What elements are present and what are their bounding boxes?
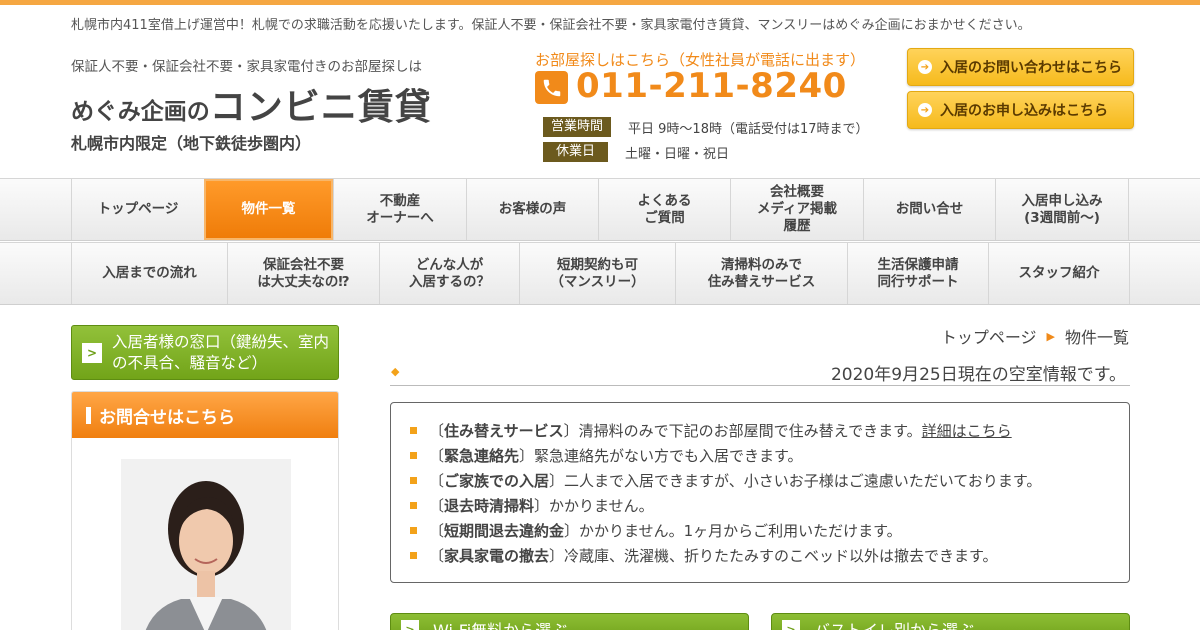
nav-staff[interactable]: スタッフ紹介: [988, 243, 1130, 304]
bath-filter-label: バストイレ別から選ぶ: [814, 617, 974, 630]
breadcrumb-home[interactable]: トップページ: [941, 324, 1037, 348]
business-hours: 営業時間 平日 9時～18時（電話受付は17時まで）: [543, 117, 869, 137]
breadcrumb: トップページ ▶ 物件一覧: [941, 324, 1129, 348]
info-item: 〔短期間退去違約金〕 かかりません。1ヶ月からご利用いただけます。: [410, 518, 1129, 543]
bullet-icon: [410, 452, 417, 459]
chevron-right-icon: >: [401, 620, 419, 630]
nav-residents[interactable]: どんな人が 入居するの？: [379, 243, 519, 304]
logo-company: めぐみ企画の: [71, 99, 210, 125]
nav-application[interactable]: 入居申し込み (3週間前～): [995, 179, 1129, 240]
nav-relocation[interactable]: 清掃料のみで 住み替えサービス: [675, 243, 847, 304]
nav-welfare-support[interactable]: 生活保護申請 同行サポート: [847, 243, 988, 304]
site-logo[interactable]: めぐみ企画のコンビニ賃貸: [71, 78, 432, 130]
contact-panel-title: お問合せはこちら: [99, 407, 235, 428]
nav-top-page[interactable]: トップページ: [71, 179, 204, 240]
info-item-title: 家具家電の撤去: [444, 547, 550, 565]
wifi-filter-label: Wi-Fi無料から選ぶ: [433, 617, 567, 630]
info-item-title: ご家族での入居: [444, 472, 550, 490]
diamond-icon: ◆: [391, 365, 400, 378]
bullet-icon: [410, 502, 417, 509]
phone-number[interactable]: 011-211-8240: [576, 66, 847, 106]
info-item-text: 清掃料のみで下記のお部屋間で住み替えできます。: [578, 422, 922, 440]
bullet-icon: [410, 527, 417, 534]
info-item-title: 短期間退去違約金: [444, 522, 565, 540]
sub-nav-bar: 入居までの流れ 保証会社不要 は大丈夫なの⁉ どんな人が 入居するの？ 短期契約…: [0, 242, 1200, 305]
vacancy-date-heading: ◆ 2020年9月25日現在の空室情報です。: [390, 359, 1130, 386]
resident-window-label: 入居者様の窓口（鍵紛失、室内の不具合、騒音など）: [112, 332, 330, 372]
holiday-value: 土曜・日曜・祝日: [625, 146, 730, 162]
logo-subtitle: 保証人不要・保証会社不要・家具家電付きのお部屋探しは: [71, 59, 422, 75]
hours-value: 平日 9時～18時（電話受付は17時まで）: [628, 121, 869, 137]
info-item-text: かかりません。1ヶ月からご利用いただけます。: [579, 522, 902, 540]
apply-button[interactable]: ➔ 入居のお申し込みはこちら: [907, 91, 1134, 129]
contact-panel: お問合せはこちら: [71, 391, 339, 630]
heading-bar-icon: [86, 406, 91, 424]
bullet-icon: [410, 552, 417, 559]
breadcrumb-current: 物件一覧: [1064, 328, 1129, 347]
info-item-text: 冷蔵庫、洗濯機、折りたたみすのこベッド以外は撤去できます。: [564, 547, 998, 565]
nav-move-in-flow[interactable]: 入居までの流れ: [71, 243, 227, 304]
info-item: 〔ご家族での入居〕 二人まで入居できますが、小さいお子様はご遠慮いただいておりま…: [410, 468, 1129, 493]
main-nav-bar: トップページ 物件一覧 不動産 オーナーへ お客様の声 よくある ご質問 会社概…: [0, 178, 1200, 241]
wifi-filter-button[interactable]: > Wi-Fi無料から選ぶ: [390, 613, 749, 630]
staff-photo: [121, 459, 291, 630]
bath-filter-button[interactable]: > バストイレ別から選ぶ: [771, 613, 1130, 630]
site-tagline: 札幌市内411室借上げ運営中！札幌での求職活動を応援いたします。保証人不要・保証…: [71, 18, 1031, 33]
info-item: 〔家具家電の撤去〕 冷蔵庫、洗濯機、折りたたみすのこベッド以外は撤去できます。: [410, 543, 1129, 568]
info-item: 〔住み替えサービス〕 清掃料のみで下記のお部屋間で住み替えできます。 詳細はこち…: [410, 418, 1129, 443]
contact-panel-header: お問合せはこちら: [72, 392, 338, 438]
relocation-details-link[interactable]: 詳細はこちら: [922, 420, 1012, 441]
hours-badge: 営業時間: [543, 117, 612, 137]
nav-owners[interactable]: 不動産 オーナーへ: [333, 179, 466, 240]
info-item-title: 緊急連絡先: [444, 447, 520, 465]
nav-faq[interactable]: よくある ご質問: [598, 179, 730, 240]
holiday-badge: 休業日: [543, 142, 609, 162]
phone-icon: [535, 71, 568, 104]
nav-testimonials[interactable]: お客様の声: [466, 179, 598, 240]
inquiry-button-label: 入居のお問い合わせはこちら: [940, 60, 1122, 76]
chevron-right-icon: >: [782, 620, 800, 630]
bullet-icon: [410, 427, 417, 434]
chevron-right-icon: >: [82, 342, 102, 363]
info-item: 〔退去時清掃料〕 かかりません。: [410, 493, 1129, 518]
service-area: 札幌市内限定（地下鉄徒歩圏内）: [71, 134, 312, 153]
info-item-title: 退去時清掃料: [444, 497, 535, 515]
nav-short-term[interactable]: 短期契約も可 （マンスリー）: [519, 243, 675, 304]
info-item-title: 住み替えサービス: [444, 422, 564, 440]
arrow-right-icon: ➔: [918, 103, 932, 117]
bullet-icon: [410, 477, 417, 484]
service-info-box: 〔住み替えサービス〕 清掃料のみで下記のお部屋間で住み替えできます。 詳細はこち…: [390, 402, 1130, 583]
info-item-text: かかりません。: [549, 497, 654, 515]
main-nav: トップページ 物件一覧 不動産 オーナーへ お客様の声 よくある ご質問 会社概…: [71, 179, 1129, 240]
inquiry-button[interactable]: ➔ 入居のお問い合わせはこちら: [907, 48, 1134, 86]
info-item-text: 緊急連絡先がない方でも入居できます。: [534, 447, 803, 465]
sub-nav: 入居までの流れ 保証会社不要 は大丈夫なの⁉ どんな人が 入居するの？ 短期契約…: [71, 243, 1130, 304]
top-accent-strip: [0, 0, 1200, 5]
info-item: 〔緊急連絡先〕 緊急連絡先がない方でも入居できます。: [410, 443, 1129, 468]
nav-no-guarantor[interactable]: 保証会社不要 は大丈夫なの⁉: [227, 243, 379, 304]
nav-contact[interactable]: お問い合せ: [863, 179, 995, 240]
logo-brand: コンビニ賃貸: [209, 87, 432, 128]
breadcrumb-separator-icon: ▶: [1046, 329, 1055, 343]
vacancy-date-text: 2020年9月25日現在の空室情報です。: [830, 365, 1126, 385]
nav-property-list[interactable]: 物件一覧: [204, 179, 333, 240]
apply-button-label: 入居のお申し込みはこちら: [940, 103, 1108, 119]
arrow-right-icon: ➔: [918, 60, 932, 74]
nav-company[interactable]: 会社概要 メディア掲載 履歴: [730, 179, 863, 240]
resident-window-button[interactable]: > 入居者様の窓口（鍵紛失、室内の不具合、騒音など）: [71, 325, 339, 380]
holidays: 休業日 土曜・日曜・祝日: [543, 142, 729, 162]
info-item-text: 二人まで入居できますが、小さいお子様はご遠慮いただいております。: [564, 472, 1042, 490]
